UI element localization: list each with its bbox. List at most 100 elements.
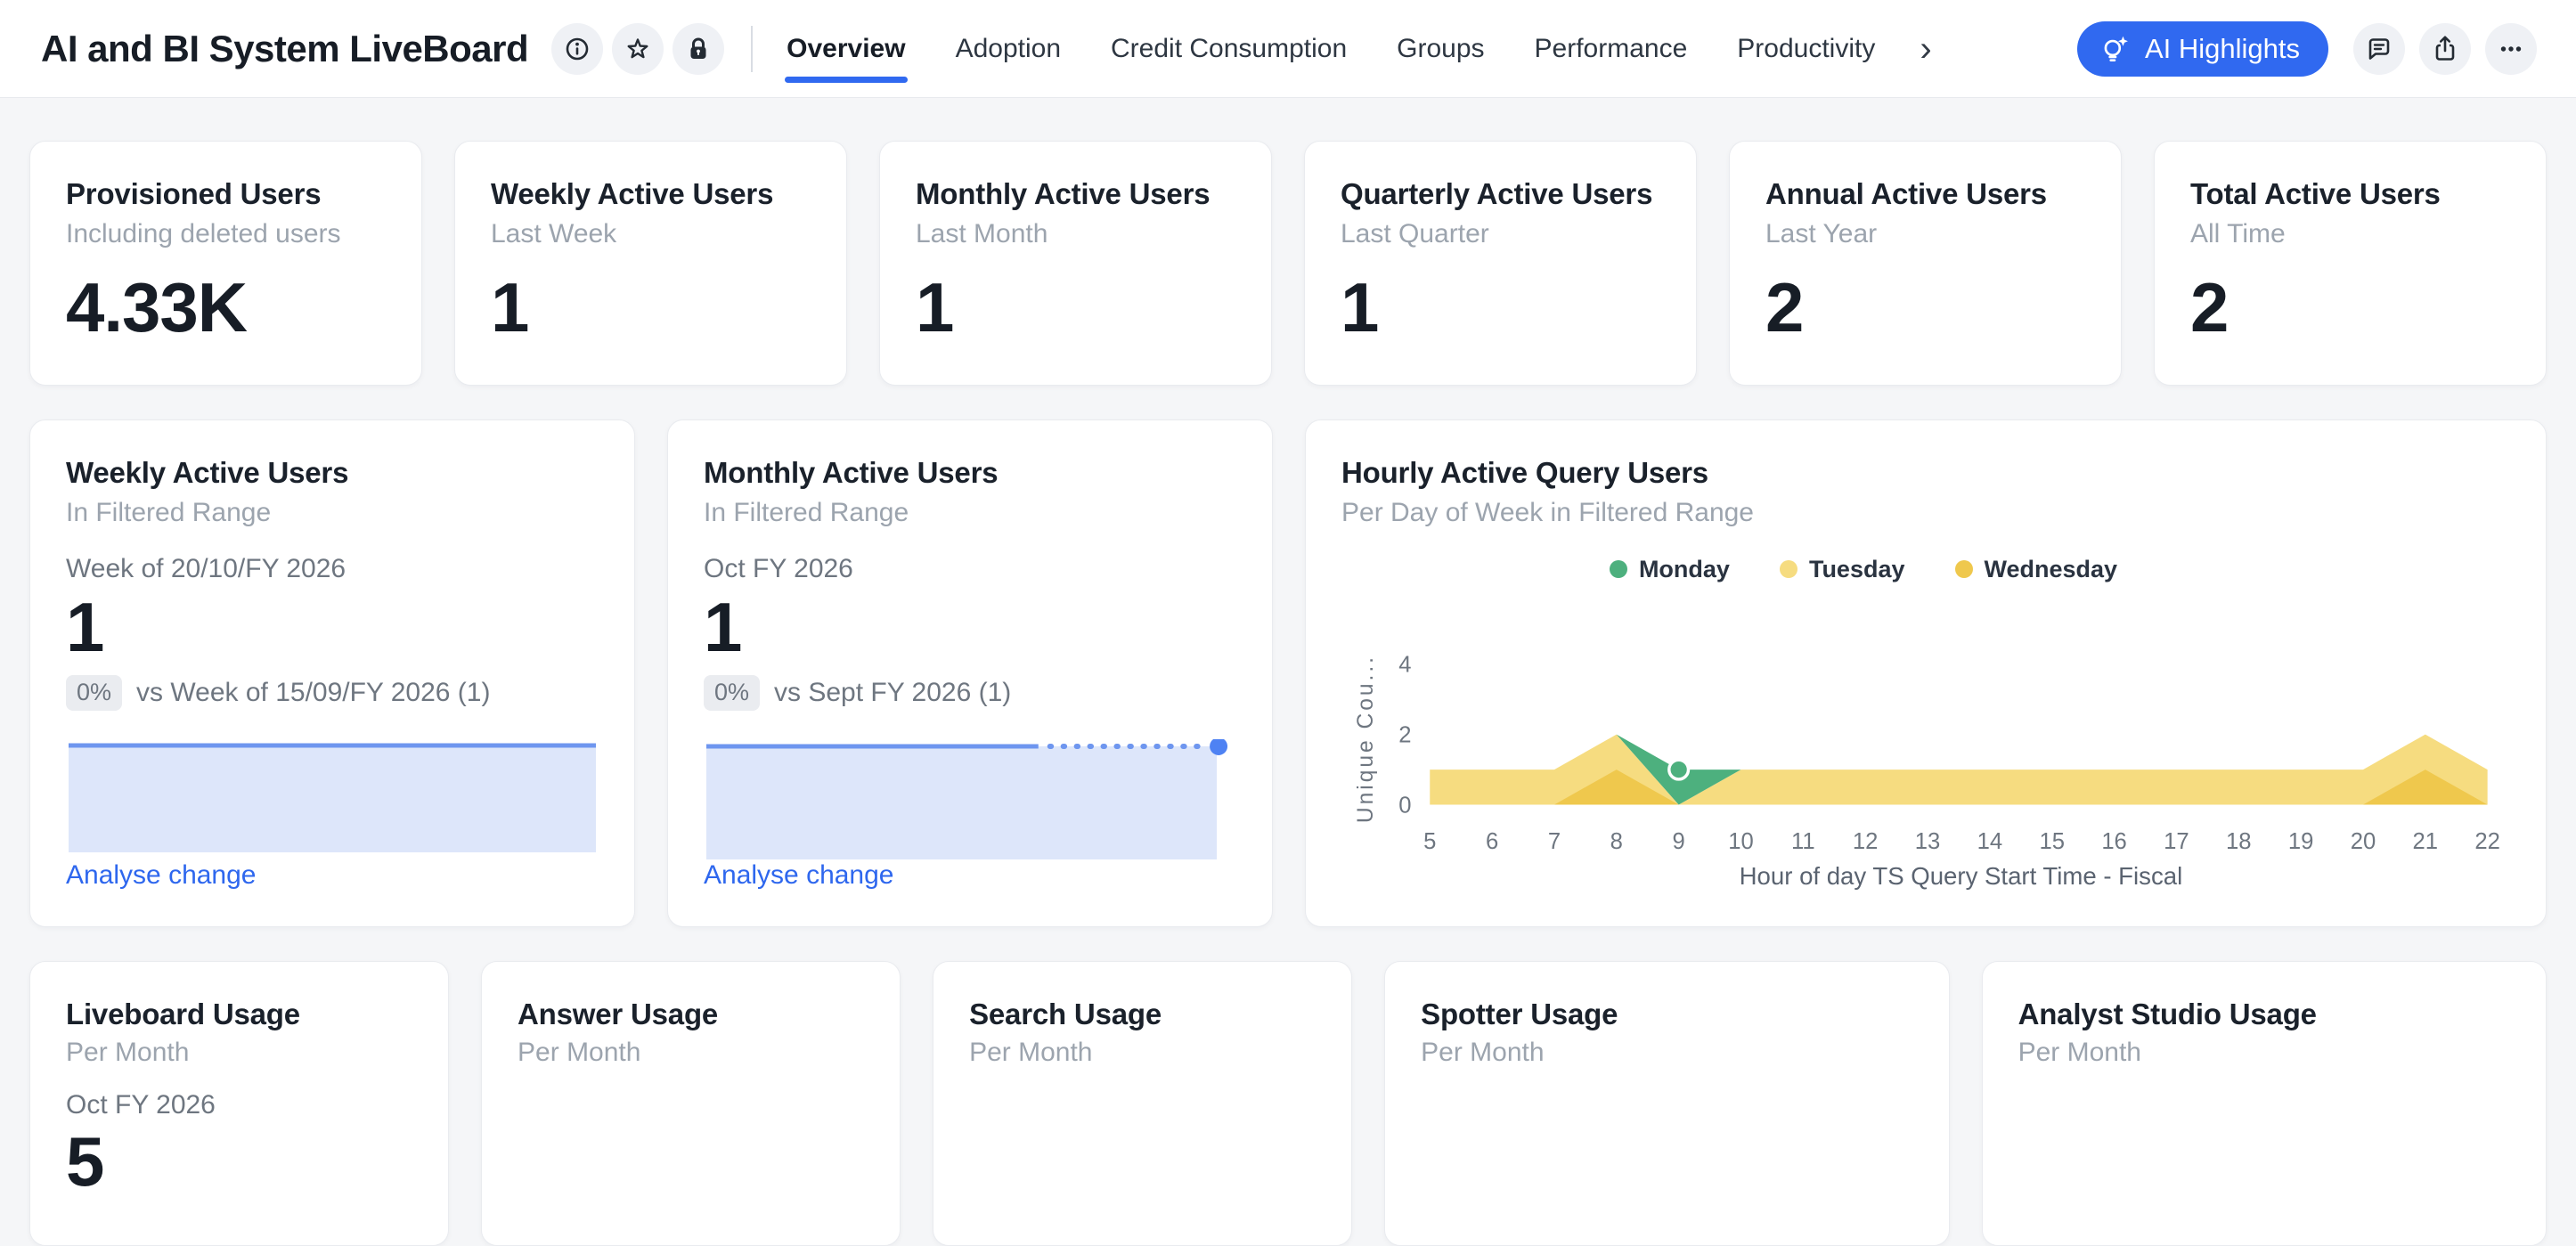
change-badge: 0% [704, 675, 760, 711]
usage-title: Analyst Studio Usage [2018, 998, 2510, 1031]
data-point-marker[interactable] [1669, 760, 1689, 779]
trend-period: Oct FY 2026 [704, 554, 1236, 584]
header-divider [751, 26, 753, 72]
usage-title: Search Usage [969, 998, 1316, 1031]
kpi-card-quarterly-active-users[interactable]: Quarterly Active Users Last Quarter 1 [1304, 141, 1697, 386]
hourly-active-query-users-card[interactable]: Hourly Active Query Users Per Day of Wee… [1305, 419, 2547, 927]
ai-highlights-label: AI Highlights [2145, 33, 2300, 65]
kpi-subtitle: Last Quarter [1341, 218, 1660, 250]
kpi-value: 2 [1765, 272, 2085, 345]
usage-card-spotter[interactable]: Spotter Usage Per Month [1384, 961, 1949, 1246]
x-tick: 9 [1673, 829, 1685, 854]
tab-adoption[interactable]: Adoption [956, 34, 1061, 64]
trend-title: Weekly Active Users [66, 456, 599, 490]
more-icon[interactable] [2485, 23, 2537, 75]
usage-card-analyst-studio[interactable]: Analyst Studio Usage Per Month [1982, 961, 2547, 1246]
x-tick: 22 [2474, 829, 2500, 854]
trend-subtitle: In Filtered Range [66, 497, 599, 529]
star-icon[interactable] [612, 23, 664, 75]
kpi-card-weekly-active-users[interactable]: Weekly Active Users Last Week 1 [454, 141, 847, 386]
trend-card-monthly-active-users[interactable]: Monthly Active Users In Filtered Range O… [667, 419, 1273, 927]
lock-icon[interactable] [673, 23, 724, 75]
x-tick: 6 [1486, 829, 1498, 854]
kpi-value: 4.33K [66, 272, 386, 345]
x-tick: 17 [2164, 829, 2189, 854]
legend-item-wednesday[interactable]: Wednesday [1955, 556, 2118, 583]
legend-label: Monday [1639, 556, 1730, 583]
trend-period: Week of 20/10/FY 2026 [66, 554, 599, 584]
legend-label: Wednesday [1985, 556, 2118, 583]
usage-value: 5 [66, 1126, 412, 1199]
legend-label: Tuesday [1809, 556, 1905, 583]
trend-subtitle: In Filtered Range [704, 497, 1236, 529]
page-title: AI and BI System LiveBoard [41, 28, 528, 70]
kpi-title: Annual Active Users [1765, 177, 2085, 211]
usage-title: Liveboard Usage [66, 998, 412, 1031]
y-axis-label: Unique Cou... [1354, 655, 1378, 823]
liveboard-header: AI and BI System LiveBoard Overview [0, 0, 2576, 98]
change-comparison-text: vs Sept FY 2026 (1) [774, 678, 1011, 708]
x-tick: 19 [2288, 829, 2314, 854]
kpi-value: 1 [491, 272, 811, 345]
kpi-card-total-active-users[interactable]: Total Active Users All Time 2 [2154, 141, 2547, 386]
kpi-title: Monthly Active Users [916, 177, 1235, 211]
usage-subtitle: Per Month [2018, 1037, 2510, 1069]
x-tick: 14 [1977, 829, 2002, 854]
info-icon[interactable] [551, 23, 603, 75]
chart-title: Hourly Active Query Users [1341, 456, 2510, 490]
x-tick: 18 [2226, 829, 2252, 854]
tab-credit-consumption[interactable]: Credit Consumption [1111, 34, 1347, 64]
x-axis-label: Hour of day TS Query Start Time - Fiscal [1740, 862, 2183, 890]
legend-item-monday[interactable]: Monday [1610, 556, 1730, 583]
sparkle-bulb-icon [2099, 32, 2132, 66]
analyse-change-link[interactable]: Analyse change [704, 860, 1236, 891]
trend-card-weekly-active-users[interactable]: Weekly Active Users In Filtered Range We… [29, 419, 635, 927]
kpi-card-annual-active-users[interactable]: Annual Active Users Last Year 2 [1729, 141, 2122, 386]
weekly-sparkline-chart [66, 739, 599, 853]
x-tick: 13 [1915, 829, 1941, 854]
header-actions [2353, 23, 2537, 75]
trend-title: Monthly Active Users [704, 456, 1236, 490]
trend-value: 1 [66, 591, 599, 664]
legend-item-tuesday[interactable]: Tuesday [1780, 556, 1905, 583]
usage-card-liveboard[interactable]: Liveboard Usage Per Month Oct FY 2026 5 [29, 961, 449, 1246]
monthly-sparkline-chart [704, 739, 1236, 860]
kpi-card-monthly-active-users[interactable]: Monthly Active Users Last Month 1 [879, 141, 1272, 386]
tab-productivity[interactable]: Productivity [1737, 34, 1875, 64]
usage-card-answer[interactable]: Answer Usage Per Month [481, 961, 901, 1246]
usage-subtitle: Per Month [518, 1037, 864, 1069]
tab-bar: Overview Adoption Credit Consumption Gro… [787, 34, 1932, 64]
x-tick: 10 [1728, 829, 1754, 854]
usage-row: Liveboard Usage Per Month Oct FY 2026 5 … [29, 961, 2547, 1246]
tab-overview[interactable]: Overview [787, 34, 905, 64]
kpi-subtitle: All Time [2190, 218, 2510, 250]
kpi-value: 1 [1341, 272, 1660, 345]
legend-dot [1780, 560, 1797, 578]
kpi-subtitle: Last Month [916, 218, 1235, 250]
usage-card-search[interactable]: Search Usage Per Month [933, 961, 1352, 1246]
kpi-title: Quarterly Active Users [1341, 177, 1660, 211]
usage-title: Spotter Usage [1421, 998, 1912, 1031]
analyse-change-link[interactable]: Analyse change [66, 860, 599, 891]
trend-value: 1 [704, 591, 1236, 664]
kpi-card-provisioned-users[interactable]: Provisioned Users Including deleted user… [29, 141, 422, 386]
ai-highlights-button[interactable]: AI Highlights [2077, 21, 2328, 77]
kpi-title: Weekly Active Users [491, 177, 811, 211]
x-tick: 5 [1423, 829, 1436, 854]
tab-performance[interactable]: Performance [1535, 34, 1688, 64]
y-tick: 2 [1398, 722, 1411, 747]
comment-icon[interactable] [2353, 23, 2405, 75]
change-badge: 0% [66, 675, 122, 711]
x-tick: 11 [1791, 829, 1815, 854]
kpi-subtitle: Last Year [1765, 218, 2085, 250]
kpi-title: Provisioned Users [66, 177, 386, 211]
kpi-value: 2 [2190, 272, 2510, 345]
kpi-subtitle: Including deleted users [66, 218, 386, 250]
share-icon[interactable] [2419, 23, 2471, 75]
tabs-overflow-chevron-icon[interactable]: › [1920, 36, 1931, 62]
legend-dot [1610, 560, 1627, 578]
tab-groups[interactable]: Groups [1397, 34, 1484, 64]
title-icons [551, 23, 724, 75]
kpi-value: 1 [916, 272, 1235, 345]
kpi-subtitle: Last Week [491, 218, 811, 250]
